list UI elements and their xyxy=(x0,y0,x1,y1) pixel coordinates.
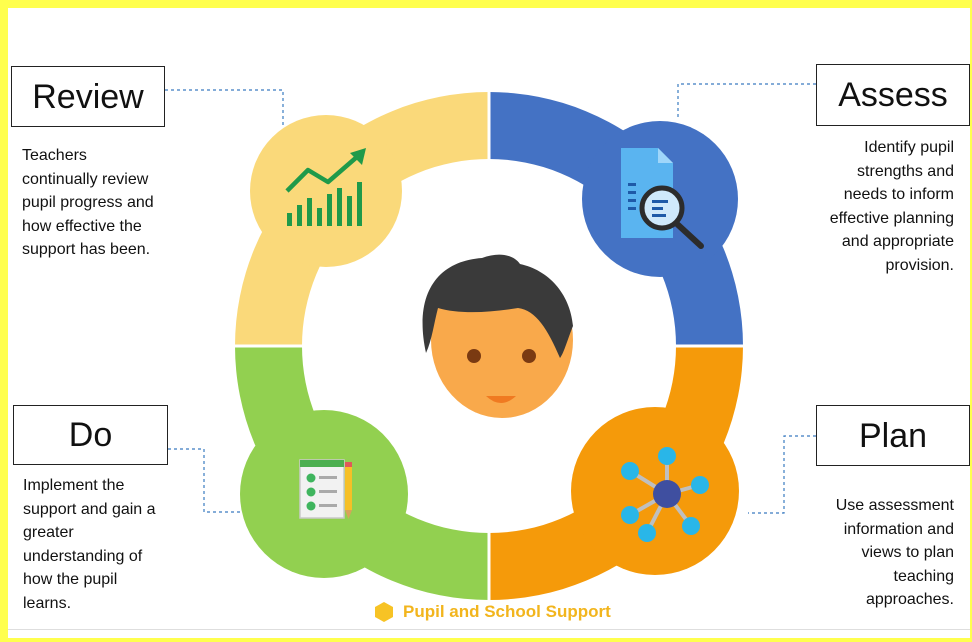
bottom-divider xyxy=(8,629,970,630)
plan-line: Use assessment xyxy=(835,497,954,514)
assess-title-text: Assess xyxy=(838,76,948,114)
do-line: learns. xyxy=(23,594,72,612)
do-line: understanding of xyxy=(23,547,143,565)
plan-line: teaching xyxy=(893,567,955,585)
assess-line: provision. xyxy=(885,256,954,274)
assess-description: Identify pupil strengths and needs to in… xyxy=(778,136,954,277)
plan-line: views to plan xyxy=(861,544,955,561)
review-line: how effective the xyxy=(22,217,142,235)
assess-line: effective planning xyxy=(829,209,954,227)
assess-line: needs to inform xyxy=(843,186,954,203)
review-line: pupil progress and xyxy=(22,194,154,211)
do-line: Implement the xyxy=(23,477,125,494)
checklist-pencil-icon xyxy=(299,459,352,519)
footer-brand-text: Pupil and School Support xyxy=(403,602,611,621)
review-line: continually review xyxy=(22,170,149,188)
do-title: Do xyxy=(13,405,168,465)
hexagon-logo-icon xyxy=(375,602,393,622)
review-bubble xyxy=(250,115,402,267)
do-title-text: Do xyxy=(68,416,113,454)
plan-title-text: Plan xyxy=(858,416,928,455)
plan-line: information and xyxy=(843,520,954,538)
assess-line: and appropriate xyxy=(841,233,954,250)
do-line: support and gain a xyxy=(23,500,156,518)
review-line: Teachers xyxy=(22,147,87,164)
plan-line: approaches. xyxy=(865,591,954,608)
do-line: greater xyxy=(23,524,74,541)
review-description: Teachers continually review pupil progre… xyxy=(22,144,197,262)
review-title: Review xyxy=(11,66,165,127)
do-line: how the pupil xyxy=(23,571,118,588)
assess-title: Assess xyxy=(816,64,970,126)
plan-title: Plan xyxy=(816,405,970,466)
review-title-text: Review xyxy=(32,77,144,116)
assess-line: Identify pupil xyxy=(864,139,954,156)
assess-line: strengths and xyxy=(857,162,954,180)
plan-description: Use assessment information and views to … xyxy=(788,494,954,612)
do-description: Implement the support and gain a greater… xyxy=(23,474,198,615)
cycle-diagram-panel: Review Assess Do Plan Teachers continual… xyxy=(8,8,970,638)
review-line: support has been. xyxy=(22,241,151,258)
footer-brand: Pupil and School Support xyxy=(373,601,611,623)
pupil-face-icon xyxy=(422,254,573,418)
